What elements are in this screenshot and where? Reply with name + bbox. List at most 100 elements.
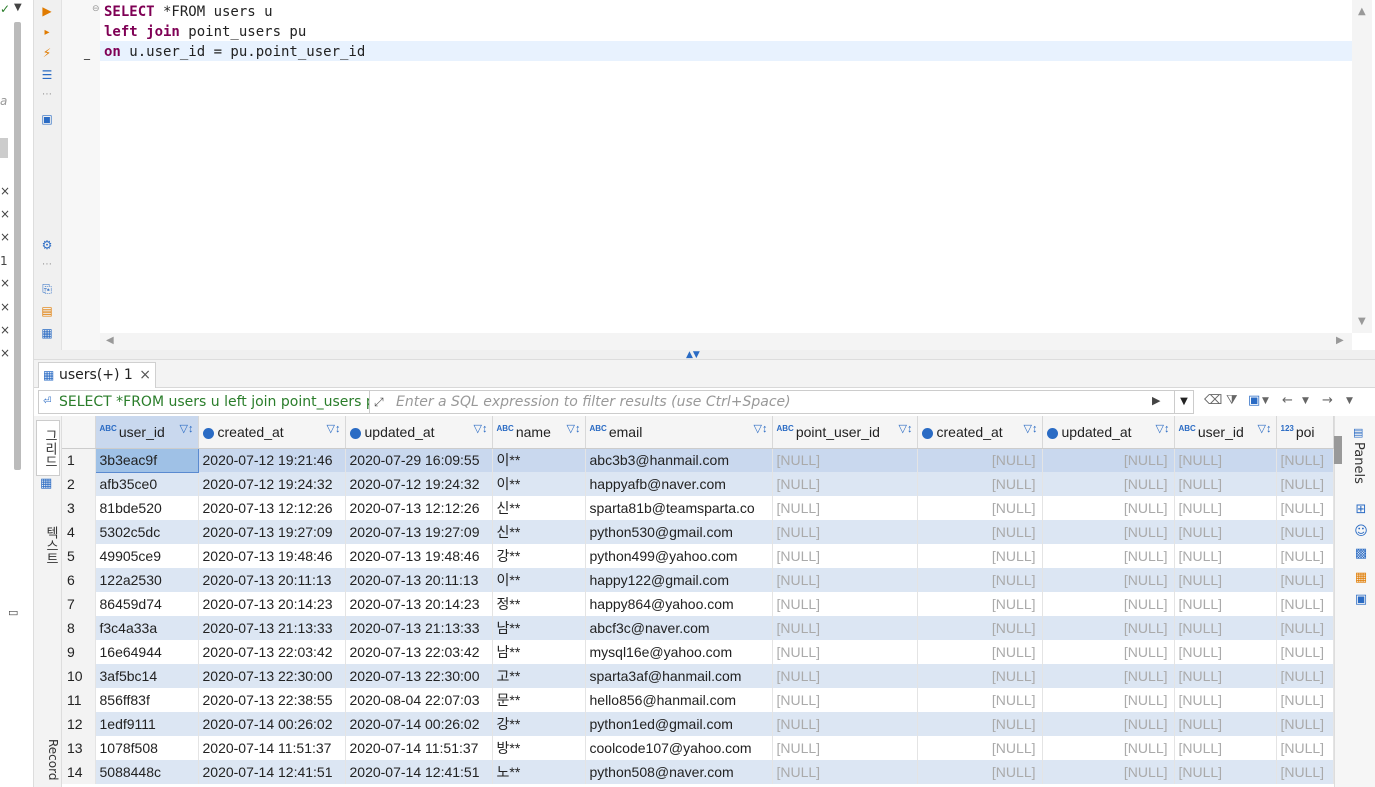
null-cell[interactable]: [NULL]: [1042, 664, 1175, 688]
export-icon[interactable]: ⎘: [40, 282, 54, 296]
table-cell[interactable]: 2020-07-14 00:26:02: [198, 712, 346, 736]
null-cell[interactable]: [NULL]: [917, 688, 1043, 712]
null-cell[interactable]: [NULL]: [1276, 712, 1334, 736]
execute-statement-icon[interactable]: ▸: [40, 26, 54, 40]
null-cell[interactable]: [NULL]: [1042, 472, 1175, 496]
table-cell[interactable]: 2020-07-13 21:13:33: [198, 616, 346, 640]
dropdown-icon[interactable]: ▼: [14, 2, 22, 13]
table-cell[interactable]: hello856@hanmail.com: [585, 688, 773, 712]
back-icon[interactable]: ←: [1282, 393, 1293, 408]
table-row[interactable]: 8 f3c4a33a 2020-07-13 21:13:33 2020-07-13 2…: [62, 616, 1334, 640]
table-row[interactable]: 6 122a2530 2020-07-13 20:11:13 2020-07-13 2…: [62, 568, 1334, 592]
null-cell[interactable]: [NULL]: [1042, 496, 1175, 520]
table-row[interactable]: 5 49905ce9 2020-07-13 19:48:46 2020-07-13 1…: [62, 544, 1334, 568]
face-icon[interactable]: ☺: [1353, 524, 1369, 540]
table-cell[interactable]: sparta81b@teamsparta.co: [585, 496, 773, 520]
null-cell[interactable]: [NULL]: [1174, 736, 1277, 760]
table-row[interactable]: 14 5088448c 2020-07-14 12:41:51 2020-07-14 …: [62, 760, 1334, 784]
column-header-created-at[interactable]: created_at ▽↕: [917, 416, 1043, 449]
table-cell[interactable]: python1ed@gmail.com: [585, 712, 773, 736]
column-header-poi[interactable]: 123 poi: [1276, 416, 1334, 449]
table-cell[interactable]: 신**: [492, 496, 586, 520]
null-cell[interactable]: [NULL]: [1042, 736, 1175, 760]
table-cell[interactable]: 이**: [492, 448, 586, 472]
table-cell[interactable]: 2020-07-13 19:48:46: [345, 544, 493, 568]
row-number[interactable]: 2: [62, 472, 96, 496]
null-cell[interactable]: [NULL]: [1174, 592, 1277, 616]
metadata-icon[interactable]: ▣: [1353, 592, 1369, 608]
table-cell[interactable]: 1edf9111: [95, 712, 199, 736]
null-cell[interactable]: [NULL]: [1042, 568, 1175, 592]
null-cell[interactable]: [NULL]: [1276, 544, 1334, 568]
null-cell[interactable]: [NULL]: [917, 568, 1043, 592]
table-cell[interactable]: 2020-07-13 22:38:55: [198, 688, 346, 712]
table-cell[interactable]: 노**: [492, 760, 586, 784]
save-filter-icon[interactable]: ▣: [1248, 393, 1260, 408]
value-panel-icon[interactable]: ⊞: [1353, 502, 1369, 518]
table-cell[interactable]: 신**: [492, 520, 586, 544]
null-cell[interactable]: [NULL]: [1174, 568, 1277, 592]
table-cell[interactable]: 3af5bc14: [95, 664, 199, 688]
null-cell[interactable]: [NULL]: [917, 712, 1043, 736]
table-cell[interactable]: 2020-07-13 19:48:46: [198, 544, 346, 568]
null-cell[interactable]: [NULL]: [1174, 688, 1277, 712]
close-icon[interactable]: ×: [0, 300, 10, 314]
table-cell[interactable]: 강**: [492, 544, 586, 568]
scroll-left-icon[interactable]: ◀: [106, 335, 114, 346]
load-script-icon[interactable]: ▦: [40, 326, 54, 340]
null-cell[interactable]: [NULL]: [917, 640, 1043, 664]
null-cell[interactable]: [NULL]: [772, 760, 918, 784]
table-cell[interactable]: 2020-07-14 12:41:51: [345, 760, 493, 784]
filter-icon[interactable]: ⧩: [1226, 393, 1238, 408]
sort-filter-icon[interactable]: ▽↕: [327, 422, 341, 435]
null-cell[interactable]: [NULL]: [772, 496, 918, 520]
null-cell[interactable]: [NULL]: [917, 616, 1043, 640]
query-text-display[interactable]: ⏎ SELECT *FROM users u left join point_u…: [38, 390, 370, 414]
tab-results-users[interactable]: ▦ users(+) 1 ×: [38, 362, 156, 388]
close-tab-icon[interactable]: ×: [139, 363, 151, 387]
table-row[interactable]: 7 86459d74 2020-07-13 20:14:23 2020-07-13 2…: [62, 592, 1334, 616]
table-cell[interactable]: 2020-07-13 19:27:09: [345, 520, 493, 544]
null-cell[interactable]: [NULL]: [772, 712, 918, 736]
table-row[interactable]: 4 5302c5dc 2020-07-13 19:27:09 2020-07-13 1…: [62, 520, 1334, 544]
null-cell[interactable]: [NULL]: [772, 472, 918, 496]
null-cell[interactable]: [NULL]: [772, 568, 918, 592]
panels-label[interactable]: Panels: [1351, 442, 1366, 484]
null-cell[interactable]: [NULL]: [1042, 616, 1175, 640]
results-grid[interactable]: ABC user_id ▽↕ created_at ▽↕ updated_at ▽↕ ABC n…: [62, 416, 1334, 787]
sort-filter-icon[interactable]: ▽↕: [474, 422, 488, 435]
sort-filter-icon[interactable]: ▽↕: [567, 422, 581, 435]
expand-icon[interactable]: ⤢: [374, 391, 384, 413]
tab-record-view[interactable]: Record: [36, 734, 60, 786]
table-cell[interactable]: 2020-07-13 12:12:26: [198, 496, 346, 520]
null-cell[interactable]: [NULL]: [917, 664, 1043, 688]
table-cell[interactable]: 문**: [492, 688, 586, 712]
table-cell[interactable]: 고**: [492, 664, 586, 688]
row-number[interactable]: 4: [62, 520, 96, 544]
row-number[interactable]: 7: [62, 592, 96, 616]
filter-input[interactable]: ⤢ Enter a SQL expression to filter resul…: [370, 390, 1194, 414]
minimize-icon[interactable]: ▭: [8, 606, 18, 619]
navigator-scrollbar[interactable]: [14, 22, 21, 470]
row-number[interactable]: 1: [62, 448, 96, 472]
null-cell[interactable]: [NULL]: [772, 616, 918, 640]
column-header-name[interactable]: ABC name ▽↕: [492, 416, 586, 449]
table-cell[interactable]: 2020-07-13 21:13:33: [345, 616, 493, 640]
grid-pattern-icon[interactable]: ▩: [1353, 546, 1369, 562]
null-cell[interactable]: [NULL]: [917, 448, 1043, 472]
table-cell[interactable]: abc3b3@hanmail.com: [585, 448, 773, 472]
tab-text-view[interactable]: 텍스트: [36, 510, 60, 580]
null-cell[interactable]: [NULL]: [1276, 688, 1334, 712]
tab-grid-view[interactable]: 그리드: [36, 420, 60, 476]
null-cell[interactable]: [NULL]: [1042, 592, 1175, 616]
explain-plan-icon[interactable]: ☰: [40, 68, 54, 82]
row-number[interactable]: 8: [62, 616, 96, 640]
column-header-email[interactable]: ABC email ▽↕: [585, 416, 773, 449]
dropdown-icon[interactable]: ▼: [1302, 396, 1309, 406]
table-cell[interactable]: 122a2530: [95, 568, 199, 592]
table-cell[interactable]: 방**: [492, 736, 586, 760]
table-cell[interactable]: 2020-07-13 12:12:26: [345, 496, 493, 520]
null-cell[interactable]: [NULL]: [772, 544, 918, 568]
null-cell[interactable]: [NULL]: [1042, 688, 1175, 712]
table-cell[interactable]: 2020-07-13 20:11:13: [198, 568, 346, 592]
